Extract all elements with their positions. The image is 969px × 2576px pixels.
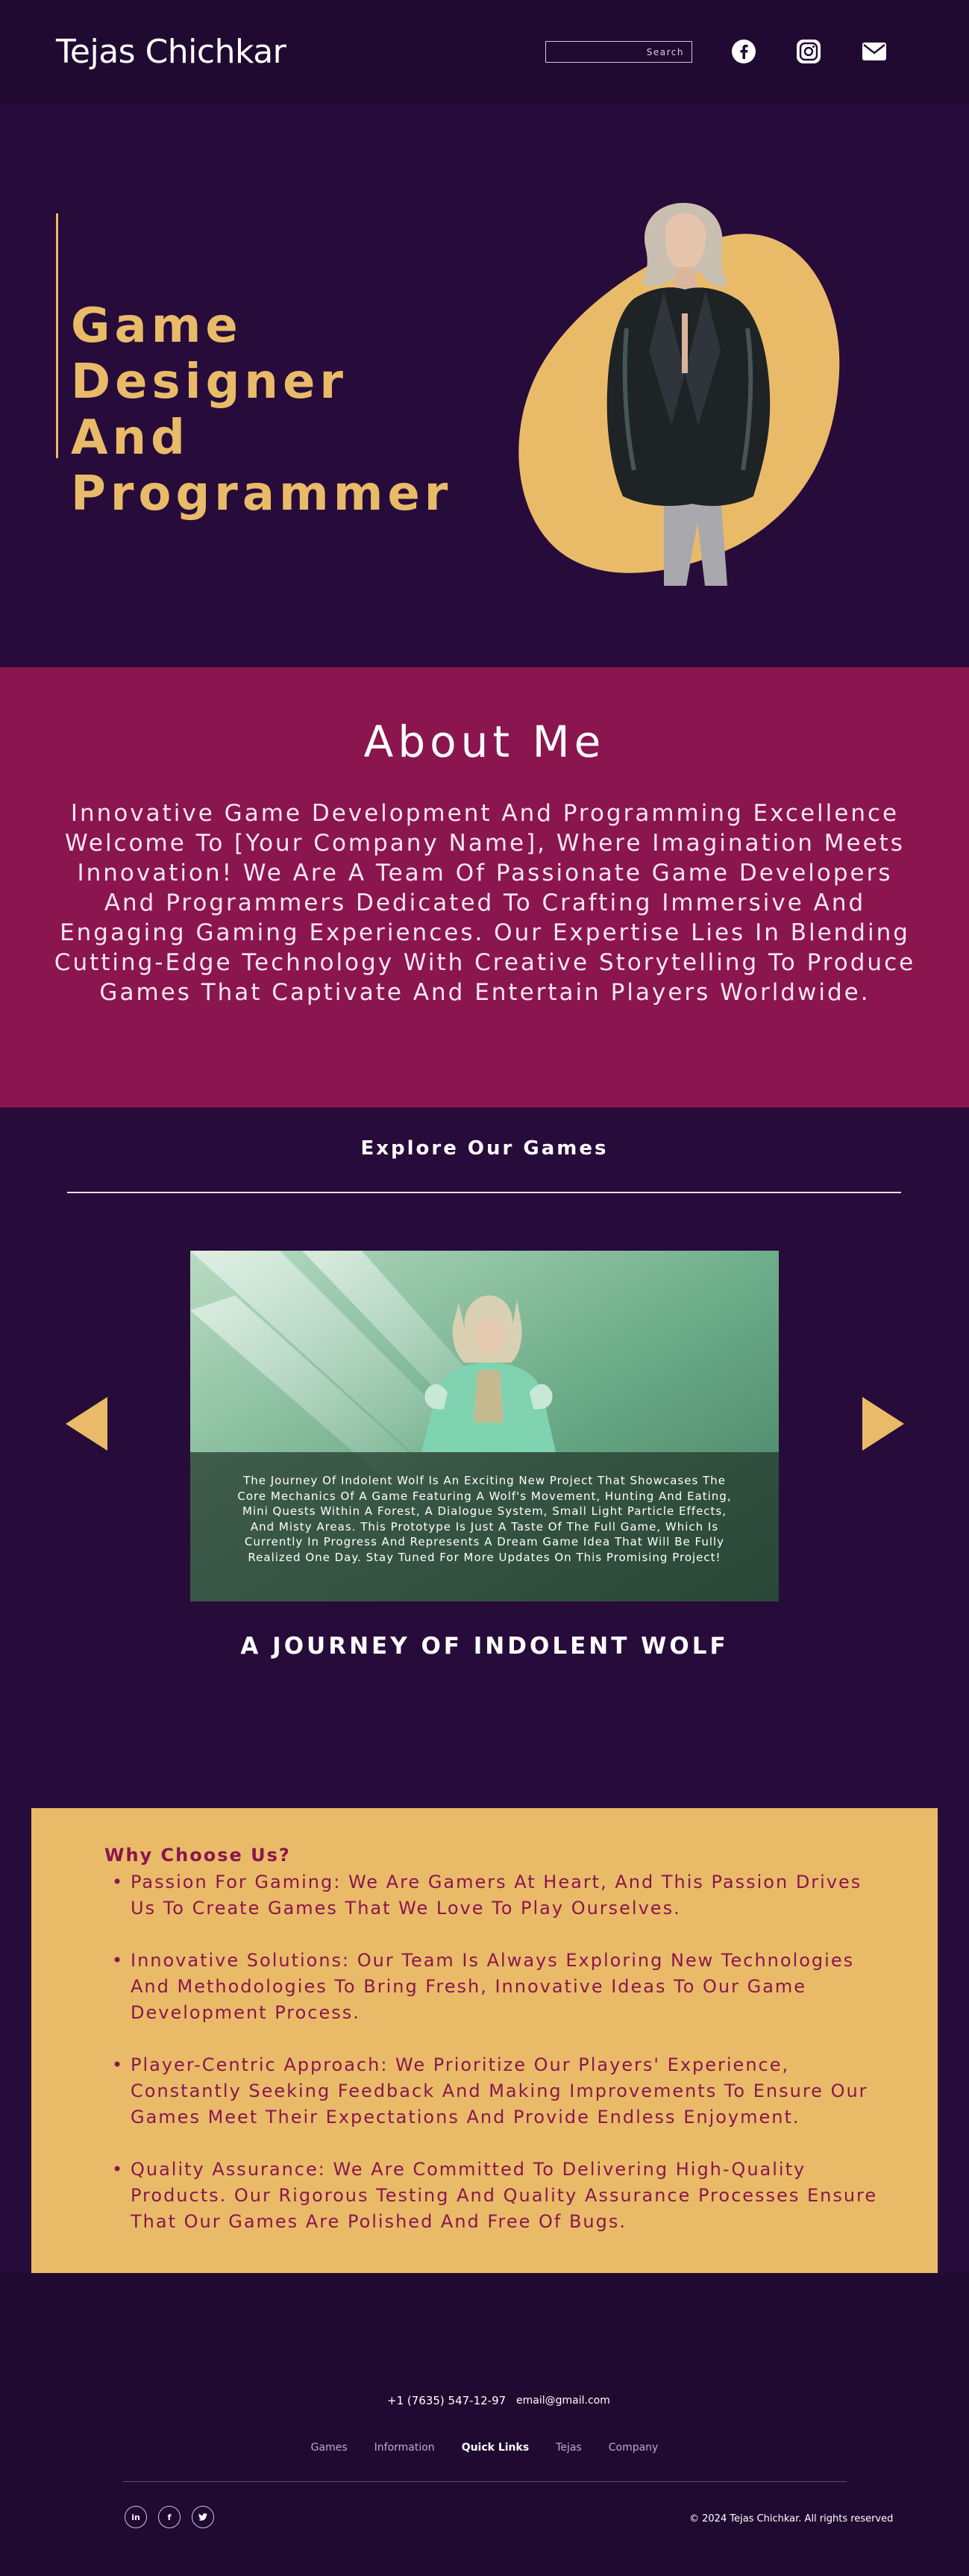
carousel-prev-arrow-icon[interactable]	[66, 1397, 107, 1451]
hero-portrait-image	[606, 202, 771, 586]
search-input[interactable]	[545, 41, 692, 63]
footer-links: Games Information Quick Links Tejas Comp…	[0, 2442, 969, 2454]
footer-link-company[interactable]: Company	[609, 2442, 659, 2454]
footer-email[interactable]: email@gmail.com	[516, 2395, 610, 2407]
footer-link-tejas[interactable]: Tejas	[556, 2442, 582, 2454]
carousel-next-arrow-icon[interactable]	[862, 1397, 904, 1451]
why-list: Passion For Gaming: We Are Gamers At Hea…	[112, 1869, 888, 2261]
games-heading: Explore Our Games	[360, 1137, 609, 1160]
why-title: Why Choose Us?	[104, 1845, 291, 1866]
footer-link-information[interactable]: Information	[374, 2442, 435, 2454]
footer-phone[interactable]: +1 (7635) 547-12-97	[387, 2394, 506, 2407]
mail-icon[interactable]	[860, 37, 888, 66]
list-item: Passion For Gaming: We Are Gamers At Hea…	[112, 1869, 888, 1922]
site-logo[interactable]: Tejas Chichkar	[56, 33, 286, 71]
about-title: About Me	[363, 716, 606, 767]
games-divider	[67, 1192, 901, 1193]
footer-link-games[interactable]: Games	[311, 2442, 348, 2454]
game-title[interactable]: A JOURNEY OF INDOLENT WOLF	[0, 1633, 969, 1660]
list-item: Quality Assurance: We Are Committed To D…	[112, 2157, 888, 2235]
game-caption: The Journey Of Indolent Wolf Is An Excit…	[190, 1452, 779, 1601]
footer-copyright: © 2024 Tejas Chichkar. All rights reserv…	[689, 2513, 894, 2525]
hero-title-line: Programmer	[71, 466, 453, 522]
hero-title-line: And	[71, 410, 189, 466]
hero-title: Game Designer And Programmer	[71, 298, 518, 522]
instagram-icon[interactable]	[794, 37, 823, 66]
linkedin-icon[interactable]: in	[125, 2506, 147, 2528]
twitter-icon[interactable]	[192, 2506, 214, 2528]
hero-title-line: Game Designer	[71, 298, 348, 410]
facebook-icon[interactable]	[730, 37, 758, 66]
game-slide[interactable]: The Journey Of Indolent Wolf Is An Excit…	[190, 1251, 779, 1601]
hero-accent-bar	[56, 213, 58, 458]
footer-divider	[123, 2481, 847, 2482]
footer-link-quick-links[interactable]: Quick Links	[462, 2442, 529, 2454]
list-item: Innovative Solutions: Our Team Is Always…	[112, 1948, 888, 2026]
facebook-small-icon[interactable]: f	[158, 2506, 181, 2528]
list-item: Player-Centric Approach: We Prioritize O…	[112, 2052, 888, 2130]
site-footer	[0, 2273, 969, 2576]
about-text: Innovative Game Development And Programm…	[54, 800, 916, 1006]
